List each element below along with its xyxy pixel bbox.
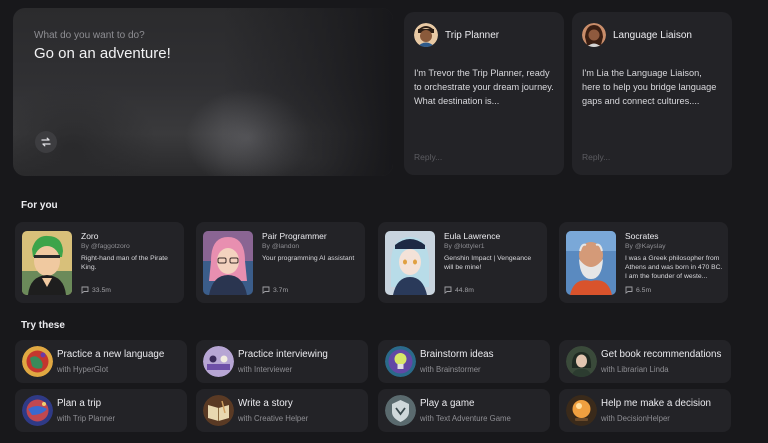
crystal-ball-icon [566, 395, 597, 426]
chat-count-value: 44.8m [455, 286, 474, 294]
featured-description: I'm Lia the Language Liaison, here to he… [582, 68, 717, 106]
featured-name: Trip Planner [445, 29, 500, 41]
chat-count: 44.8m [444, 286, 474, 294]
suggestion-bot: with Librarian Linda [601, 365, 669, 374]
suggestion-bot: with Brainstormer [420, 365, 481, 374]
interview-icon [203, 346, 234, 377]
suggestion-brainstorm[interactable]: Brainstorm ideas with Brainstormer [378, 340, 550, 383]
suggestion-label: Brainstorm ideas [420, 349, 494, 360]
hero-question: What do you want to do? [34, 30, 145, 41]
suggestion-label: Practice interviewing [238, 349, 328, 360]
character-author[interactable]: By @landon [262, 243, 299, 250]
game-icon [385, 395, 416, 426]
suggestion-book-recommendations[interactable]: Get book recommendations with Librarian … [559, 340, 731, 383]
character-author[interactable]: By @Kayslay [625, 243, 666, 250]
character-card-pair-programmer[interactable]: Pair Programmer By @landon Your programm… [196, 222, 365, 303]
character-name: Eula Lawrence [444, 231, 501, 241]
chat-count-value: 33.5m [92, 286, 111, 294]
featured-card-language-liaison[interactable]: Language Liaison I'm Lia the Language Li… [572, 12, 732, 175]
suggestion-play-game[interactable]: Play a game with Text Adventure Game [378, 389, 550, 432]
character-image [385, 231, 435, 295]
suggestion-bot: with DecisionHelper [601, 414, 670, 423]
character-card-zoro[interactable]: Zoro By @faggotzoro Right-hand man of th… [15, 222, 184, 303]
chat-count: 6.5m [625, 286, 651, 294]
globe-icon [22, 346, 53, 377]
reply-input[interactable]: Reply... [414, 152, 442, 162]
suggestion-label: Play a game [420, 398, 475, 409]
try-these-heading: Try these [21, 320, 65, 331]
chat-bubble-icon [625, 286, 633, 294]
suggestion-label: Help me make a decision [601, 398, 711, 409]
character-name: Zoro [81, 231, 99, 241]
chat-bubble-icon [444, 286, 452, 294]
character-name: Pair Programmer [262, 231, 327, 241]
hero-banner[interactable]: What do you want to do? Go on an adventu… [13, 8, 393, 176]
chat-count: 3.7m [262, 286, 288, 294]
character-author[interactable]: By @faggotzoro [81, 243, 130, 250]
refresh-button[interactable] [35, 131, 57, 153]
suggestion-label: Plan a trip [57, 398, 102, 409]
suggestion-write-story[interactable]: Write a story with Creative Helper [196, 389, 368, 432]
refresh-icon [41, 137, 51, 147]
character-image [203, 231, 253, 295]
chat-bubble-icon [262, 286, 270, 294]
suggestion-bot: with Creative Helper [238, 414, 309, 423]
suggestion-bot: with HyperGlot [57, 365, 109, 374]
character-card-socrates[interactable]: Socrates By @Kayslay I was a Greek philo… [559, 222, 728, 303]
suggestion-label: Write a story [238, 398, 293, 409]
suggestion-practice-language[interactable]: Practice a new language with HyperGlot [15, 340, 187, 383]
suggestion-make-decision[interactable]: Help me make a decision with DecisionHel… [559, 389, 731, 432]
chat-count-value: 3.7m [273, 286, 289, 294]
planet-icon [22, 395, 53, 426]
suggestion-bot: with Trip Planner [57, 414, 116, 423]
featured-card-trip-planner[interactable]: Trip Planner I'm Trevor the Trip Planner… [404, 12, 564, 175]
character-description: Your programming AI assistant [262, 255, 355, 262]
suggestion-practice-interviewing[interactable]: Practice interviewing with Interviewer [196, 340, 368, 383]
hero-title: Go on an adventure! [34, 45, 171, 62]
book-icon [203, 395, 234, 426]
reply-input[interactable]: Reply... [582, 152, 610, 162]
character-image [22, 231, 72, 295]
suggestion-bot: with Interviewer [238, 365, 293, 374]
chat-count-value: 6.5m [636, 286, 652, 294]
character-image [566, 231, 616, 295]
avatar [582, 23, 606, 47]
featured-name: Language Liaison [613, 29, 692, 41]
for-you-heading: For you [21, 200, 58, 211]
chat-bubble-icon [81, 286, 89, 294]
lightbulb-icon [385, 346, 416, 377]
character-description: I was a Greek philosopher from Athens an… [625, 255, 723, 280]
character-name: Socrates [625, 231, 659, 241]
suggestion-plan-trip[interactable]: Plan a trip with Trip Planner [15, 389, 187, 432]
librarian-icon [566, 346, 597, 377]
suggestion-label: Get book recommendations [601, 349, 722, 360]
avatar [414, 23, 438, 47]
character-author[interactable]: By @lottyler1 [444, 243, 485, 250]
character-description: Genshin Impact | Vengeance will be mine! [444, 255, 532, 271]
suggestion-label: Practice a new language [57, 349, 165, 360]
suggestion-bot: with Text Adventure Game [420, 414, 511, 423]
character-card-eula-lawrence[interactable]: Eula Lawrence By @lottyler1 Genshin Impa… [378, 222, 547, 303]
featured-description: I'm Trevor the Trip Planner, ready to or… [414, 68, 554, 106]
character-description: Right-hand man of the Pirate King. [81, 255, 168, 271]
chat-count: 33.5m [81, 286, 111, 294]
